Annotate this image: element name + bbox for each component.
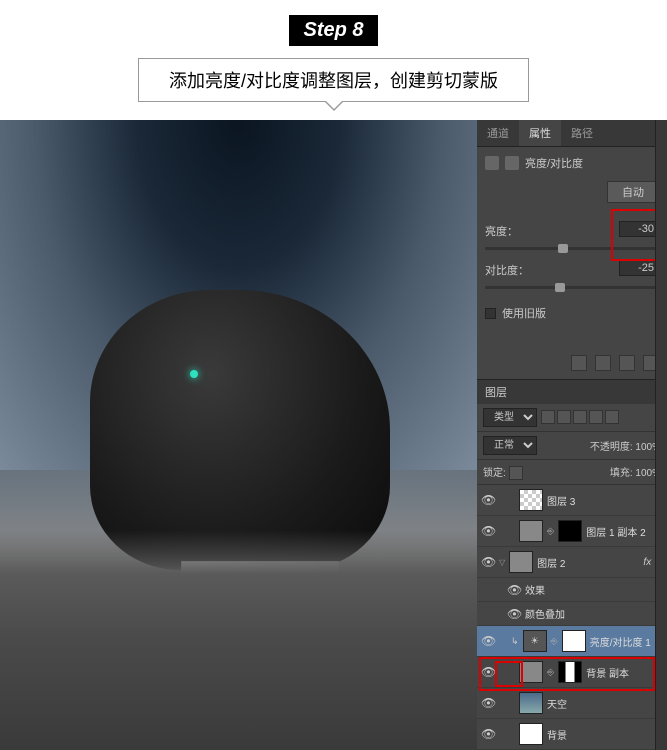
layer-effect-item[interactable]: 👁 颜色叠加 (477, 602, 667, 626)
filter-shape-icon[interactable] (589, 410, 603, 424)
filter-type-icon[interactable] (573, 410, 587, 424)
layers-title: 图层 (485, 384, 507, 400)
tab-paths[interactable]: 路径 (561, 120, 603, 146)
properties-title: 亮度/对比度 (525, 155, 583, 171)
mask-thumbnail (558, 520, 582, 542)
legacy-checkbox[interactable] (485, 308, 496, 319)
expand-icon[interactable]: ▽ (499, 558, 505, 567)
auto-button[interactable]: 自动 (607, 181, 659, 203)
layers-lock-row: 锁定: 填充: 100% (477, 460, 667, 485)
clip-indicator-icon: ↳ (511, 636, 519, 647)
tutorial-header: Step 8 添加亮度/对比度调整图层，创建剪切蒙版 (0, 0, 667, 102)
visibility-icon[interactable]: 👁 (481, 493, 495, 507)
tab-properties[interactable]: 属性 (519, 120, 561, 146)
brightness-row: 亮度： -30 (485, 223, 659, 250)
layer-thumbnail (509, 551, 533, 573)
visibility-icon[interactable]: 👁 (481, 524, 495, 538)
contrast-row: 对比度： -25 (485, 262, 659, 289)
mask-icon (505, 156, 519, 170)
rocks (0, 530, 477, 750)
brightness-label: 亮度： (485, 223, 545, 239)
properties-panel: 亮度/对比度 自动 亮度： -30 对比度： -25 使用旧版 (477, 147, 667, 379)
reset-icon[interactable] (619, 355, 635, 371)
legacy-row: 使用旧版 (485, 305, 659, 321)
mask-thumbnail (562, 630, 586, 652)
legacy-label: 使用旧版 (502, 305, 546, 321)
visibility-icon[interactable]: 👁 (481, 696, 495, 710)
layer-item[interactable]: 👁 ▽ 图层 2 fx ▾ (477, 547, 667, 578)
contrast-label: 对比度： (485, 262, 545, 278)
properties-tabs: 通道 属性 路径 (477, 120, 667, 147)
filter-adjust-icon[interactable] (557, 410, 571, 424)
link-icon: ⎆ (551, 636, 558, 647)
view-icon[interactable] (595, 355, 611, 371)
step-badge: Step 8 (289, 15, 377, 46)
layer-thumbnail (519, 520, 543, 542)
layer-effect-item[interactable]: 👁 效果 (477, 578, 667, 602)
properties-footer-icons (571, 355, 659, 371)
layers-filter-row: 类型 (477, 404, 667, 432)
brightness-value[interactable]: -30 (619, 221, 659, 237)
canvas-area[interactable] (0, 120, 477, 750)
visibility-icon[interactable]: 👁 (481, 727, 495, 741)
instruction-box: 添加亮度/对比度调整图层，创建剪切蒙版 (138, 58, 529, 102)
contrast-slider[interactable] (485, 286, 659, 289)
layers-header: 图层 (477, 380, 667, 404)
kind-dropdown[interactable]: 类型 (483, 408, 537, 427)
photoshop-workspace: 通道 属性 路径 亮度/对比度 自动 亮度： -30 对比度： -25 (0, 120, 667, 750)
layer-thumbnail (519, 661, 543, 683)
link-icon: ⎆ (547, 526, 554, 537)
visibility-icon[interactable]: 👁 (481, 665, 495, 679)
adjustment-icon (485, 156, 499, 170)
layer-item[interactable]: 👁 天空 (477, 688, 667, 719)
visibility-icon[interactable]: 👁 (481, 555, 495, 569)
right-panels: 通道 属性 路径 亮度/对比度 自动 亮度： -30 对比度： -25 (477, 120, 667, 750)
layer-thumbnail (519, 692, 543, 714)
filter-smart-icon[interactable] (605, 410, 619, 424)
layer-item[interactable]: 👁 ⎆ 图层 1 副本 2 (477, 516, 667, 547)
mask-thumbnail (558, 661, 582, 683)
visibility-icon[interactable]: 👁 (507, 583, 521, 597)
visibility-icon[interactable]: 👁 (507, 607, 521, 621)
layer-item[interactable]: 👁 ⎆ 背景 副本 (477, 657, 667, 688)
clip-icon[interactable] (571, 355, 587, 371)
link-icon: ⎆ (547, 667, 554, 678)
contrast-value[interactable]: -25 (619, 260, 659, 276)
properties-header: 亮度/对比度 (485, 155, 659, 171)
tab-channels[interactable]: 通道 (477, 120, 519, 146)
lock-all-icon[interactable] (509, 466, 523, 480)
layer-thumbnail (519, 489, 543, 511)
blend-mode-dropdown[interactable]: 正常 (483, 436, 537, 455)
layer-list: 👁 图层 3 👁 ⎆ 图层 1 副本 2 👁 ▽ (477, 485, 667, 750)
adjustment-thumbnail: ☀ (523, 630, 547, 652)
layers-blend-row: 正常 不透明度: 100% (477, 432, 667, 460)
layer-thumbnail (519, 723, 543, 745)
layers-panel: 图层 类型 正常 不透明度: 100% 锁定: 填充: 100% (477, 379, 667, 750)
brightness-slider[interactable] (485, 247, 659, 250)
visibility-icon[interactable]: 👁 (481, 634, 495, 648)
filter-pixel-icon[interactable] (541, 410, 555, 424)
layer-item[interactable]: 👁 图层 3 (477, 485, 667, 516)
layer-item-selected[interactable]: 👁 ↳ ☀ ⎆ 亮度/对比度 1 (477, 626, 667, 657)
panther-statue (90, 290, 390, 570)
collapsed-dock[interactable] (655, 120, 667, 750)
layer-item[interactable]: 👁 背景 (477, 719, 667, 750)
